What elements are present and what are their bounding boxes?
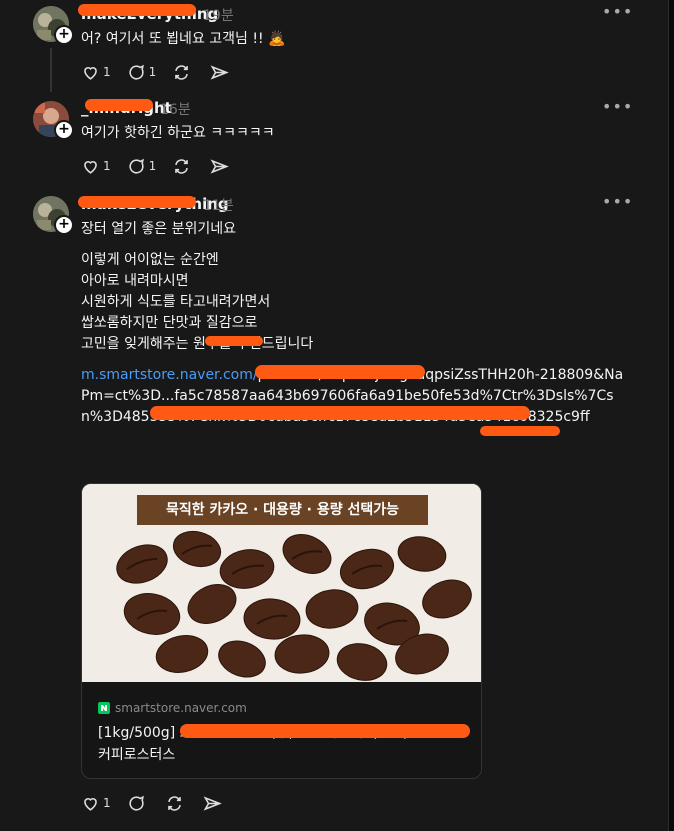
comment-icon bbox=[129, 158, 144, 174]
like-button[interactable]: 1 bbox=[81, 157, 111, 176]
body-line: 이렇게 어이없는 순간엔 bbox=[81, 252, 219, 268]
card-domain-text: smartstore.naver.com bbox=[115, 701, 247, 715]
body-line: 아아로 내려마시면 bbox=[81, 273, 189, 289]
repost-button[interactable] bbox=[172, 63, 194, 82]
reply-button[interactable]: 1 bbox=[127, 157, 157, 176]
post-text: 장터 열기 좋은 분위기네요 bbox=[81, 221, 237, 237]
product-banner: 묵직한 카카오 · 대용량 · 용량 선택가능 bbox=[137, 495, 428, 525]
share-button[interactable] bbox=[203, 794, 225, 813]
comment-icon bbox=[129, 795, 144, 811]
follow-plus-icon[interactable]: + bbox=[54, 215, 74, 235]
thread-line bbox=[50, 48, 52, 92]
heart-icon bbox=[84, 66, 97, 80]
redaction-mark bbox=[255, 365, 425, 379]
timestamp: 19분 bbox=[203, 8, 234, 24]
like-count: 1 bbox=[103, 65, 111, 79]
follow-plus-icon[interactable]: + bbox=[54, 25, 74, 45]
body-line: 쌉쏘롬하지만 단맛과 질감으로 bbox=[81, 315, 258, 331]
link-preview-card[interactable]: 묵직한 카카오 · 대용량 · 용량 선택가능 smartstore.naver… bbox=[81, 483, 482, 779]
reply-button[interactable] bbox=[127, 794, 149, 813]
send-icon bbox=[210, 64, 230, 80]
reply-count: 1 bbox=[148, 65, 157, 79]
reply-button[interactable]: 1 bbox=[127, 63, 157, 82]
like-button[interactable]: 1 bbox=[81, 794, 111, 813]
card-domain: smartstore.naver.com bbox=[98, 701, 247, 715]
product-image: 묵직한 카카오 · 대용량 · 용량 선택가능 bbox=[82, 484, 481, 682]
action-bar: 1 bbox=[81, 792, 241, 814]
redaction-mark bbox=[180, 724, 470, 738]
reply-count: 1 bbox=[148, 159, 157, 173]
redaction-mark bbox=[150, 406, 530, 420]
send-icon bbox=[203, 795, 222, 811]
repost-icon bbox=[175, 158, 189, 174]
send-icon bbox=[210, 158, 230, 174]
comment-icon bbox=[129, 64, 144, 80]
more-dots-icon[interactable]: ••• bbox=[602, 192, 633, 211]
naver-favicon-icon bbox=[98, 702, 110, 714]
thread-panel: + makeEverything 19분 ••• 어? 여기서 또 뵙네요 고객… bbox=[0, 0, 669, 831]
follow-plus-icon[interactable]: + bbox=[54, 120, 74, 140]
share-button[interactable] bbox=[210, 157, 232, 176]
timestamp: 11분 bbox=[203, 198, 234, 214]
more-dots-icon[interactable]: ••• bbox=[602, 97, 633, 116]
repost-button[interactable] bbox=[172, 157, 194, 176]
body-line: 고민을 잊게해주는 원두를 추천드립니다 bbox=[81, 336, 314, 352]
share-button[interactable] bbox=[210, 63, 232, 82]
action-bar: 1 1 bbox=[81, 61, 248, 83]
post-text: 어? 여기서 또 뵙네요 고객님 !! 🙇 bbox=[81, 31, 286, 47]
like-count: 1 bbox=[103, 796, 111, 810]
heart-icon bbox=[84, 160, 97, 174]
like-count: 1 bbox=[103, 159, 111, 173]
more-dots-icon[interactable]: ••• bbox=[602, 2, 633, 21]
redaction-mark bbox=[480, 426, 560, 436]
repost-icon bbox=[167, 795, 181, 811]
link-domain[interactable]: m.smartstore.naver.com/ bbox=[81, 367, 258, 383]
heart-icon bbox=[84, 797, 97, 811]
repost-icon bbox=[175, 64, 189, 80]
redaction-mark bbox=[78, 196, 196, 208]
redaction-mark bbox=[78, 4, 196, 16]
redaction-mark bbox=[85, 99, 153, 111]
redaction-mark bbox=[205, 336, 263, 346]
post-text: 여기가 핫하긴 하군요 ㅋㅋㅋㅋㅋ bbox=[81, 125, 275, 141]
like-button[interactable]: 1 bbox=[81, 63, 111, 82]
timestamp: 16분 bbox=[160, 102, 191, 118]
repost-button[interactable] bbox=[165, 794, 187, 813]
action-bar: 1 1 bbox=[81, 155, 248, 177]
body-line: 시원하게 식도를 타고내려가면서 bbox=[81, 294, 271, 310]
